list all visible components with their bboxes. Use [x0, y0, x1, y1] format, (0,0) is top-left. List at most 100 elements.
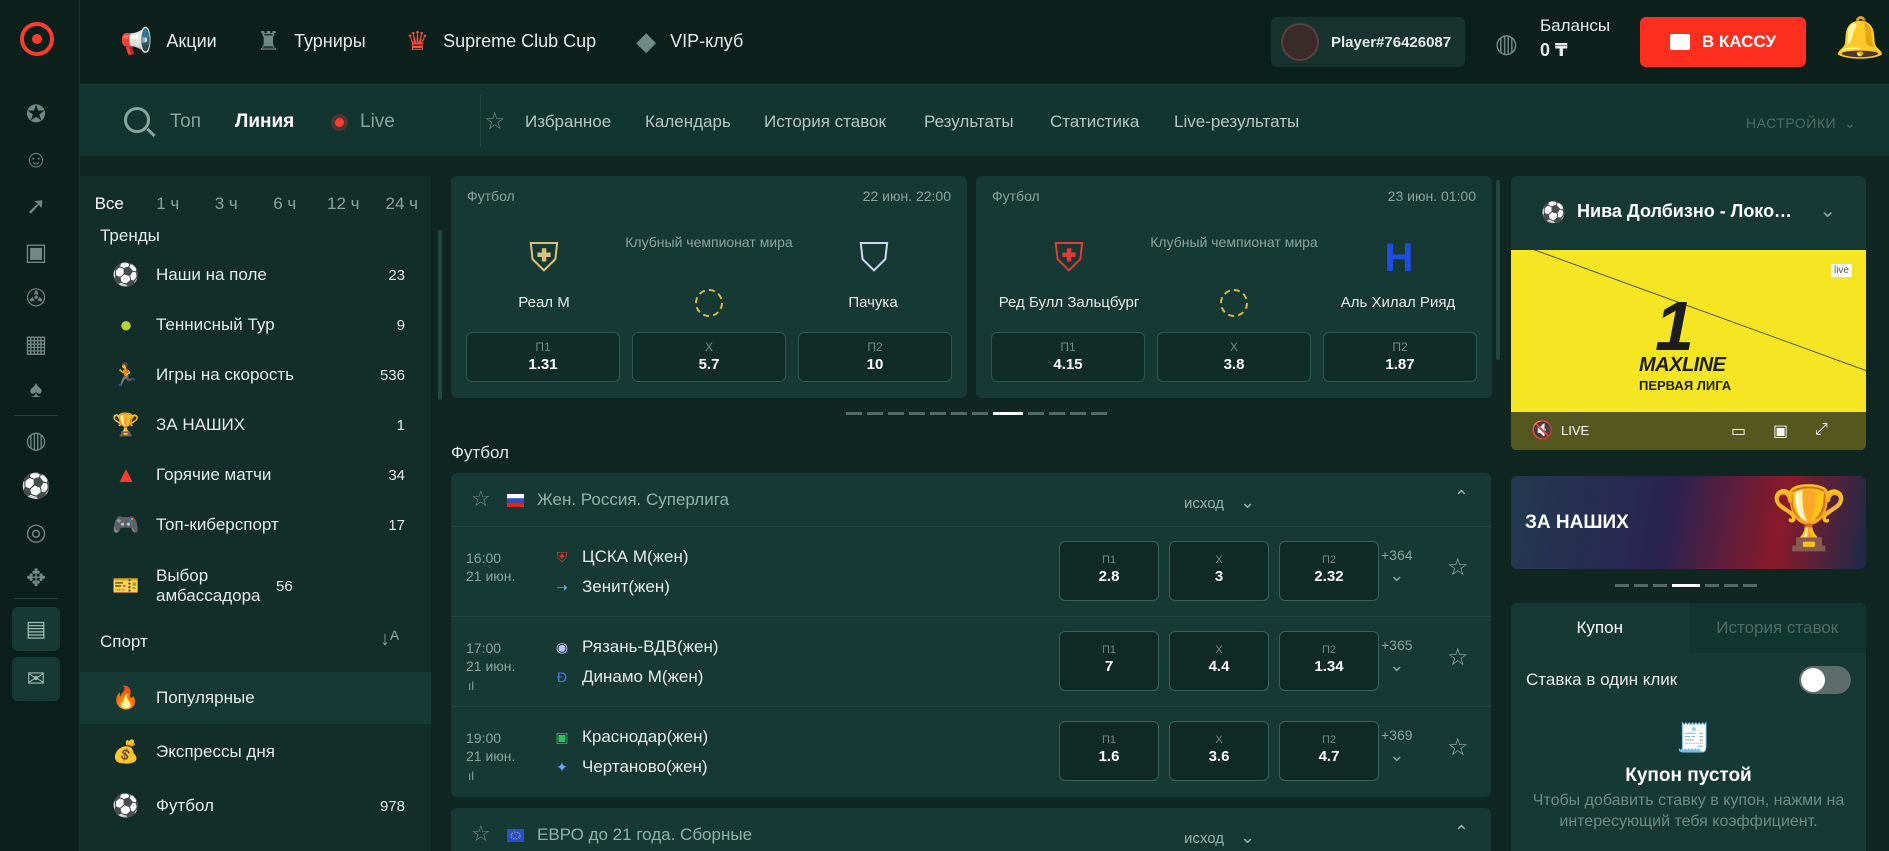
- trend-item[interactable]: 🎮 Топ-киберспорт 17: [80, 502, 431, 548]
- link-results[interactable]: Результаты: [924, 112, 1014, 132]
- pager-dot[interactable]: [972, 412, 988, 415]
- tab-bet-history[interactable]: История ставок: [1689, 603, 1867, 653]
- pager-dot[interactable]: [1070, 412, 1086, 415]
- more-markets-button[interactable]: +369: [1381, 727, 1413, 766]
- odd-button-x[interactable]: Х 5.7: [632, 332, 786, 382]
- logo-icon[interactable]: [20, 22, 54, 56]
- tab-live[interactable]: Live: [360, 111, 395, 133]
- league-header[interactable]: ☆ ЕВРО до 21 года. Сборные исход ⌃: [451, 808, 1491, 851]
- tab-top[interactable]: Топ: [170, 111, 201, 133]
- rocket-icon[interactable]: ➚: [18, 188, 54, 224]
- period-6h[interactable]: 6 ч: [256, 186, 315, 222]
- wheel-icon[interactable]: ✇: [18, 280, 54, 316]
- trend-item[interactable]: ⚽ Наши на поле 23: [80, 252, 431, 298]
- odd-button-p1[interactable]: П1 1.6: [1059, 721, 1159, 781]
- settings-dropdown[interactable]: НАСТРОЙКИ: [1746, 115, 1856, 132]
- link-live-results[interactable]: Live-результаты: [1174, 112, 1299, 132]
- tab-coupon[interactable]: Купон: [1511, 603, 1689, 653]
- player-profile-button[interactable]: Player#76426087: [1271, 17, 1465, 67]
- odd-button-p1[interactable]: П1 1.31: [466, 332, 620, 382]
- match-row[interactable]: 17:00 21 июн. ıl ◉ Рязань-ВДВ(жен) Ð Динамо…: [451, 617, 1491, 707]
- match-row[interactable]: 19:00 21 июн. ıl ▣ Краснодар(жен) ✦ Чертано…: [451, 707, 1491, 797]
- collapse-icon[interactable]: ⌃: [1454, 822, 1469, 843]
- pager-dot[interactable]: [1724, 584, 1738, 587]
- trend-item[interactable]: ▲ Горячие матчи 34: [80, 452, 431, 498]
- pager-dot[interactable]: [930, 412, 946, 415]
- tab-line[interactable]: Линия: [235, 111, 294, 133]
- nav-promotions[interactable]: 📢 Акции: [120, 26, 217, 57]
- stats-icon[interactable]: ıl: [468, 769, 474, 783]
- odd-button-p2[interactable]: П2 10: [798, 332, 952, 382]
- league-header[interactable]: ☆ Жен. Россия. Суперлига исход ⌃: [451, 473, 1491, 527]
- period-12h[interactable]: 12 ч: [314, 186, 373, 222]
- profile-card-icon[interactable]: ▤: [12, 607, 60, 651]
- pager-dot[interactable]: [1049, 412, 1065, 415]
- mute-icon[interactable]: 🔇: [1531, 420, 1553, 441]
- pip-icon[interactable]: ▣: [1773, 421, 1788, 441]
- lottery-icon[interactable]: ◍: [18, 422, 54, 458]
- match-row[interactable]: 16:00 21 июн. ⛨ ЦСКА М(жен) ➝ Зенит(жен) П1…: [451, 527, 1491, 617]
- promo-pager[interactable]: [1615, 584, 1757, 587]
- pager-dot[interactable]: [1028, 412, 1044, 415]
- casino-chip-icon[interactable]: ✪: [18, 96, 54, 132]
- bingo-icon[interactable]: ▦: [18, 326, 54, 362]
- trend-item[interactable]: 🏆 ЗА НАШИХ 1: [80, 402, 431, 448]
- stats-icon[interactable]: ıl: [468, 679, 474, 693]
- pager-dot-active[interactable]: [1672, 584, 1700, 587]
- odd-button-p2[interactable]: П2 1.34: [1279, 631, 1379, 691]
- star-icon[interactable]: ☆: [1447, 733, 1469, 762]
- trend-item[interactable]: 🏃 Игры на скорость 536: [80, 352, 431, 398]
- tv-icon[interactable]: ▣: [18, 234, 54, 270]
- featured-match-card[interactable]: Футбол 22 июн. 22:00 ⛨ Реал М Клубный че…: [451, 176, 967, 398]
- one-click-toggle[interactable]: [1799, 666, 1851, 694]
- hd-icon[interactable]: ▭: [1731, 421, 1746, 441]
- link-bet-history[interactable]: История ставок: [764, 112, 886, 132]
- odd-button-x[interactable]: Х 3.8: [1157, 332, 1311, 382]
- odd-button-p1[interactable]: П1 2.8: [1059, 541, 1159, 601]
- pager-dot[interactable]: [1743, 584, 1757, 587]
- eye-hidden-icon[interactable]: ◍: [1495, 28, 1518, 59]
- left-scrollbar[interactable]: [438, 230, 442, 400]
- star-icon[interactable]: ☆: [1447, 643, 1469, 672]
- fullscreen-icon[interactable]: ⤢: [1815, 421, 1828, 439]
- odd-button-p2[interactable]: П2 2.32: [1279, 541, 1379, 601]
- odd-button-x[interactable]: Х 3.6: [1169, 721, 1269, 781]
- pager-dot[interactable]: [846, 412, 862, 415]
- featured-match-card[interactable]: Футбол 23 июн. 01:00 ⛨ Ред Булл Зальцбур…: [976, 176, 1492, 398]
- star-icon[interactable]: ☆: [484, 107, 506, 136]
- odd-button-x[interactable]: Х 4.4: [1169, 631, 1269, 691]
- pager-dot[interactable]: [1705, 584, 1719, 587]
- odd-button-p2[interactable]: П2 1.87: [1323, 332, 1477, 382]
- search-icon[interactable]: [124, 107, 150, 133]
- odd-button-x[interactable]: Х3: [1169, 541, 1269, 601]
- link-statistics[interactable]: Статистика: [1050, 112, 1139, 132]
- dealer-icon[interactable]: ☺: [18, 142, 54, 178]
- chevron-down-icon[interactable]: ⌄: [1819, 198, 1836, 223]
- pager-dot[interactable]: [951, 412, 967, 415]
- stream-header[interactable]: ⚽ Нива Долбизно - Локомотив ⌄: [1511, 176, 1866, 250]
- cards-icon[interactable]: ♠: [18, 372, 54, 408]
- collapse-icon[interactable]: ⌃: [1454, 487, 1469, 508]
- stream-video[interactable]: 1 MAXLINE ПЕРВАЯ ЛИГА live 🔇 LIVE ▭ ▣ ⤢: [1511, 250, 1866, 450]
- period-24h[interactable]: 24 ч: [373, 186, 432, 222]
- period-all[interactable]: Все: [80, 186, 139, 222]
- carousel-pager[interactable]: [846, 412, 1107, 415]
- odd-button-p1[interactable]: П1 4.15: [991, 332, 1145, 382]
- period-3h[interactable]: 3 ч: [197, 186, 256, 222]
- market-dropdown[interactable]: исход: [1184, 492, 1255, 513]
- chat-icon[interactable]: ✉: [12, 657, 60, 701]
- more-markets-button[interactable]: +365: [1381, 637, 1413, 676]
- more-markets-button[interactable]: +364: [1381, 547, 1413, 586]
- odd-button-p2[interactable]: П2 4.7: [1279, 721, 1379, 781]
- pager-dot[interactable]: [888, 412, 904, 415]
- nav-vip[interactable]: ◆ VIP-клуб: [636, 26, 743, 57]
- star-icon[interactable]: ☆: [471, 821, 491, 847]
- pager-dot[interactable]: [1615, 584, 1629, 587]
- star-icon[interactable]: ☆: [471, 486, 491, 512]
- balance-block[interactable]: Балансы 0 ₸: [1540, 16, 1610, 61]
- pager-dot[interactable]: [1653, 584, 1667, 587]
- sport-item-football[interactable]: ⚽ Футбол 978: [80, 780, 431, 832]
- period-1h[interactable]: 1 ч: [139, 186, 198, 222]
- sport-ball-icon[interactable]: ⚽: [18, 468, 54, 504]
- promo-banner[interactable]: ЗА НАШИХ 🏆: [1511, 476, 1866, 569]
